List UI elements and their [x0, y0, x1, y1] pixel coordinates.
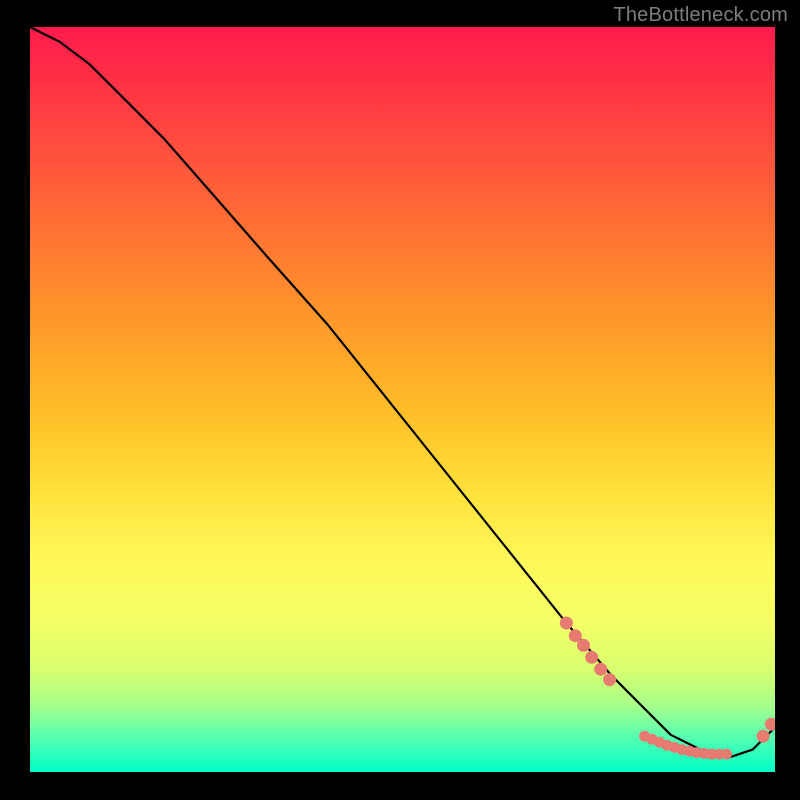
scatter-dot — [586, 651, 598, 663]
scatter-dot — [722, 749, 732, 759]
chart-overlay-svg — [30, 27, 775, 772]
scatter-dot — [560, 617, 572, 629]
scatter-dot — [569, 630, 581, 642]
scatter-dot — [757, 730, 769, 742]
watermark-text: TheBottleneck.com — [613, 4, 788, 27]
chart-container: TheBottleneck.com — [0, 0, 800, 800]
scatter-dot — [578, 639, 590, 651]
scatter-dot — [604, 674, 616, 686]
scatter-dots — [560, 617, 775, 759]
curve-line — [30, 27, 775, 757]
scatter-dot — [765, 718, 775, 730]
scatter-dot — [595, 663, 607, 675]
